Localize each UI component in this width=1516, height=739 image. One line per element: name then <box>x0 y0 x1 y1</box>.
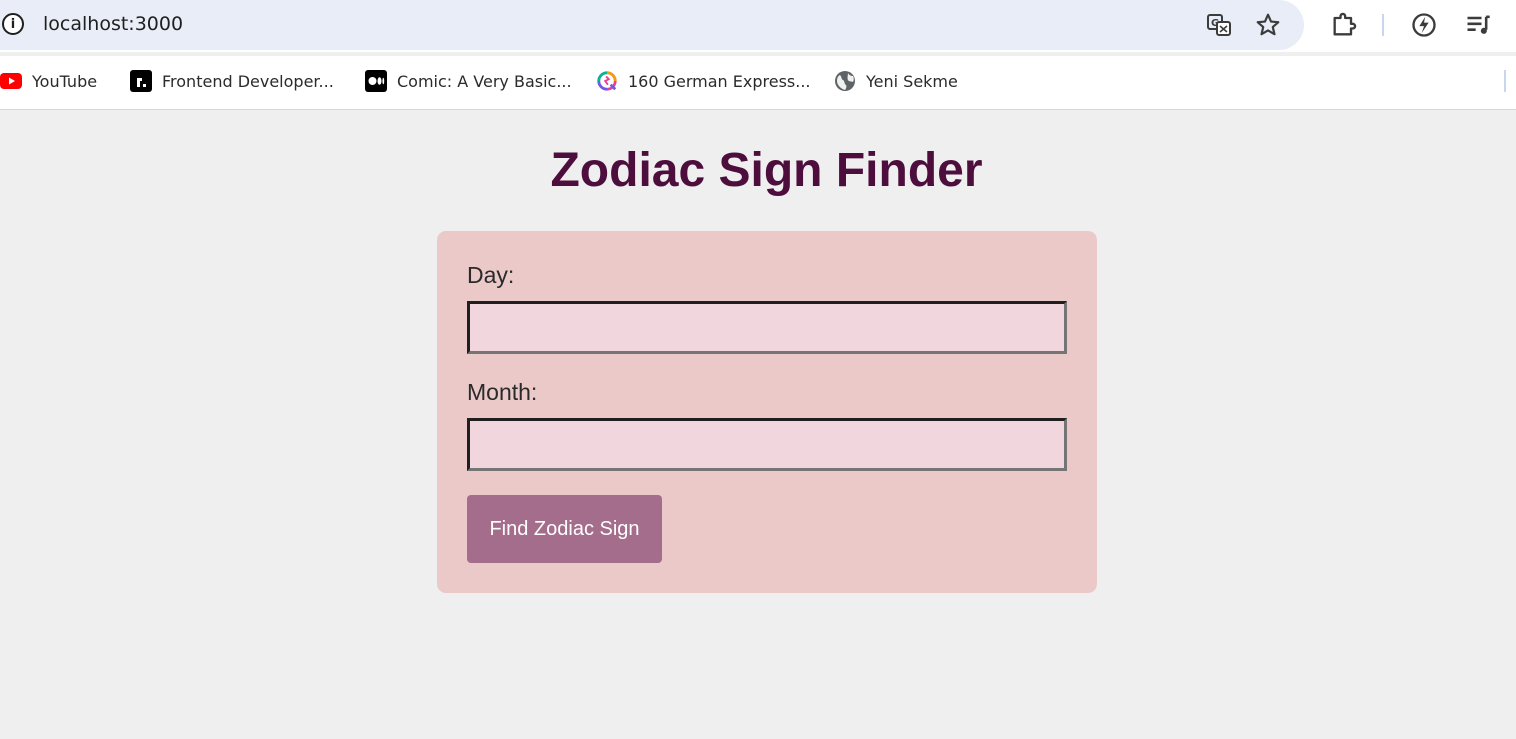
colorful-q-icon <box>596 70 618 92</box>
roadmap-icon <box>130 70 152 92</box>
bookmark-label: YouTube <box>32 71 98 91</box>
bookmark-comic[interactable]: Comic: A Very Basic... <box>365 69 572 93</box>
month-label: Month: <box>467 379 538 405</box>
star-icon[interactable] <box>1254 11 1282 39</box>
toolbar-divider <box>1382 14 1384 36</box>
playlist-icon[interactable] <box>1464 11 1492 39</box>
bookmark-youtube[interactable]: YouTube <box>0 69 97 93</box>
address-bar-url[interactable]: localhost:3000 <box>43 13 183 35</box>
day-input[interactable] <box>467 301 1067 354</box>
youtube-icon <box>0 70 22 92</box>
zodiac-form: Day: Month: Find Zodiac Sign <box>437 231 1097 593</box>
site-info-icon[interactable]: i <box>2 13 24 35</box>
bookmark-label: 160 German Express... <box>628 71 811 91</box>
bookmarks-bar: YouTube Frontend Developer... Comic: A V… <box>0 56 1516 110</box>
globe-icon <box>834 70 856 92</box>
bookmark-german-expressions[interactable]: 160 German Express... <box>596 69 811 93</box>
day-label: Day: <box>467 262 515 288</box>
address-bar[interactable] <box>0 0 1304 50</box>
translate-icon[interactable]: G <box>1205 11 1233 39</box>
extensions-icon[interactable] <box>1330 11 1358 39</box>
bookmark-frontend-developer[interactable]: Frontend Developer... <box>130 69 334 93</box>
bookmark-yeni-sekme[interactable]: Yeni Sekme <box>834 69 958 93</box>
bookmark-label: Yeni Sekme <box>866 71 958 91</box>
find-zodiac-sign-button[interactable]: Find Zodiac Sign <box>467 495 662 563</box>
bookmarks-divider <box>1504 70 1506 92</box>
browser-toolbar: i localhost:3000 G <box>0 0 1516 52</box>
leaf-icon[interactable] <box>1410 11 1438 39</box>
page-title: Zodiac Sign Finder <box>550 144 983 197</box>
month-input[interactable] <box>467 418 1067 471</box>
bookmark-label: Frontend Developer... <box>162 71 334 91</box>
bookmark-label: Comic: A Very Basic... <box>397 71 572 91</box>
medium-icon <box>365 70 387 92</box>
